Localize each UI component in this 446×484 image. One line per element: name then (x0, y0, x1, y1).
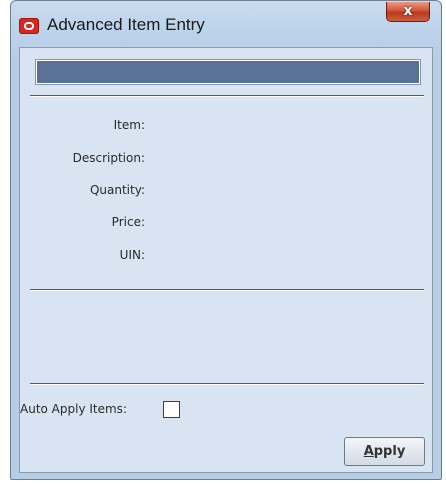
item-label: Item: (113, 118, 145, 132)
apply-mnemonic: A (363, 444, 374, 459)
separator-middle (30, 289, 424, 291)
apply-button[interactable]: Apply (344, 437, 425, 466)
auto-apply-label: Auto Apply Items: (20, 402, 127, 416)
quantity-label: Quantity: (89, 183, 145, 197)
separator-bottom (30, 383, 424, 385)
title-bar[interactable]: Advanced Item Entry x (11, 1, 441, 45)
description-label: Description: (72, 151, 145, 165)
oracle-logo-icon (19, 18, 39, 34)
auto-apply-checkbox[interactable] (163, 401, 180, 418)
progress-bar (35, 59, 421, 85)
dialog-window: Advanced Item Entry x Item: Description:… (10, 0, 442, 480)
window-title: Advanced Item Entry (47, 15, 205, 34)
separator-top (30, 95, 424, 97)
dialog-content: Item: Description: Quantity: Price: UIN:… (19, 47, 433, 473)
uin-label: UIN: (119, 248, 145, 262)
close-button[interactable]: x (386, 2, 430, 22)
price-label: Price: (111, 215, 145, 229)
progress-fill (37, 61, 419, 83)
apply-label-rest: pply (373, 444, 406, 459)
